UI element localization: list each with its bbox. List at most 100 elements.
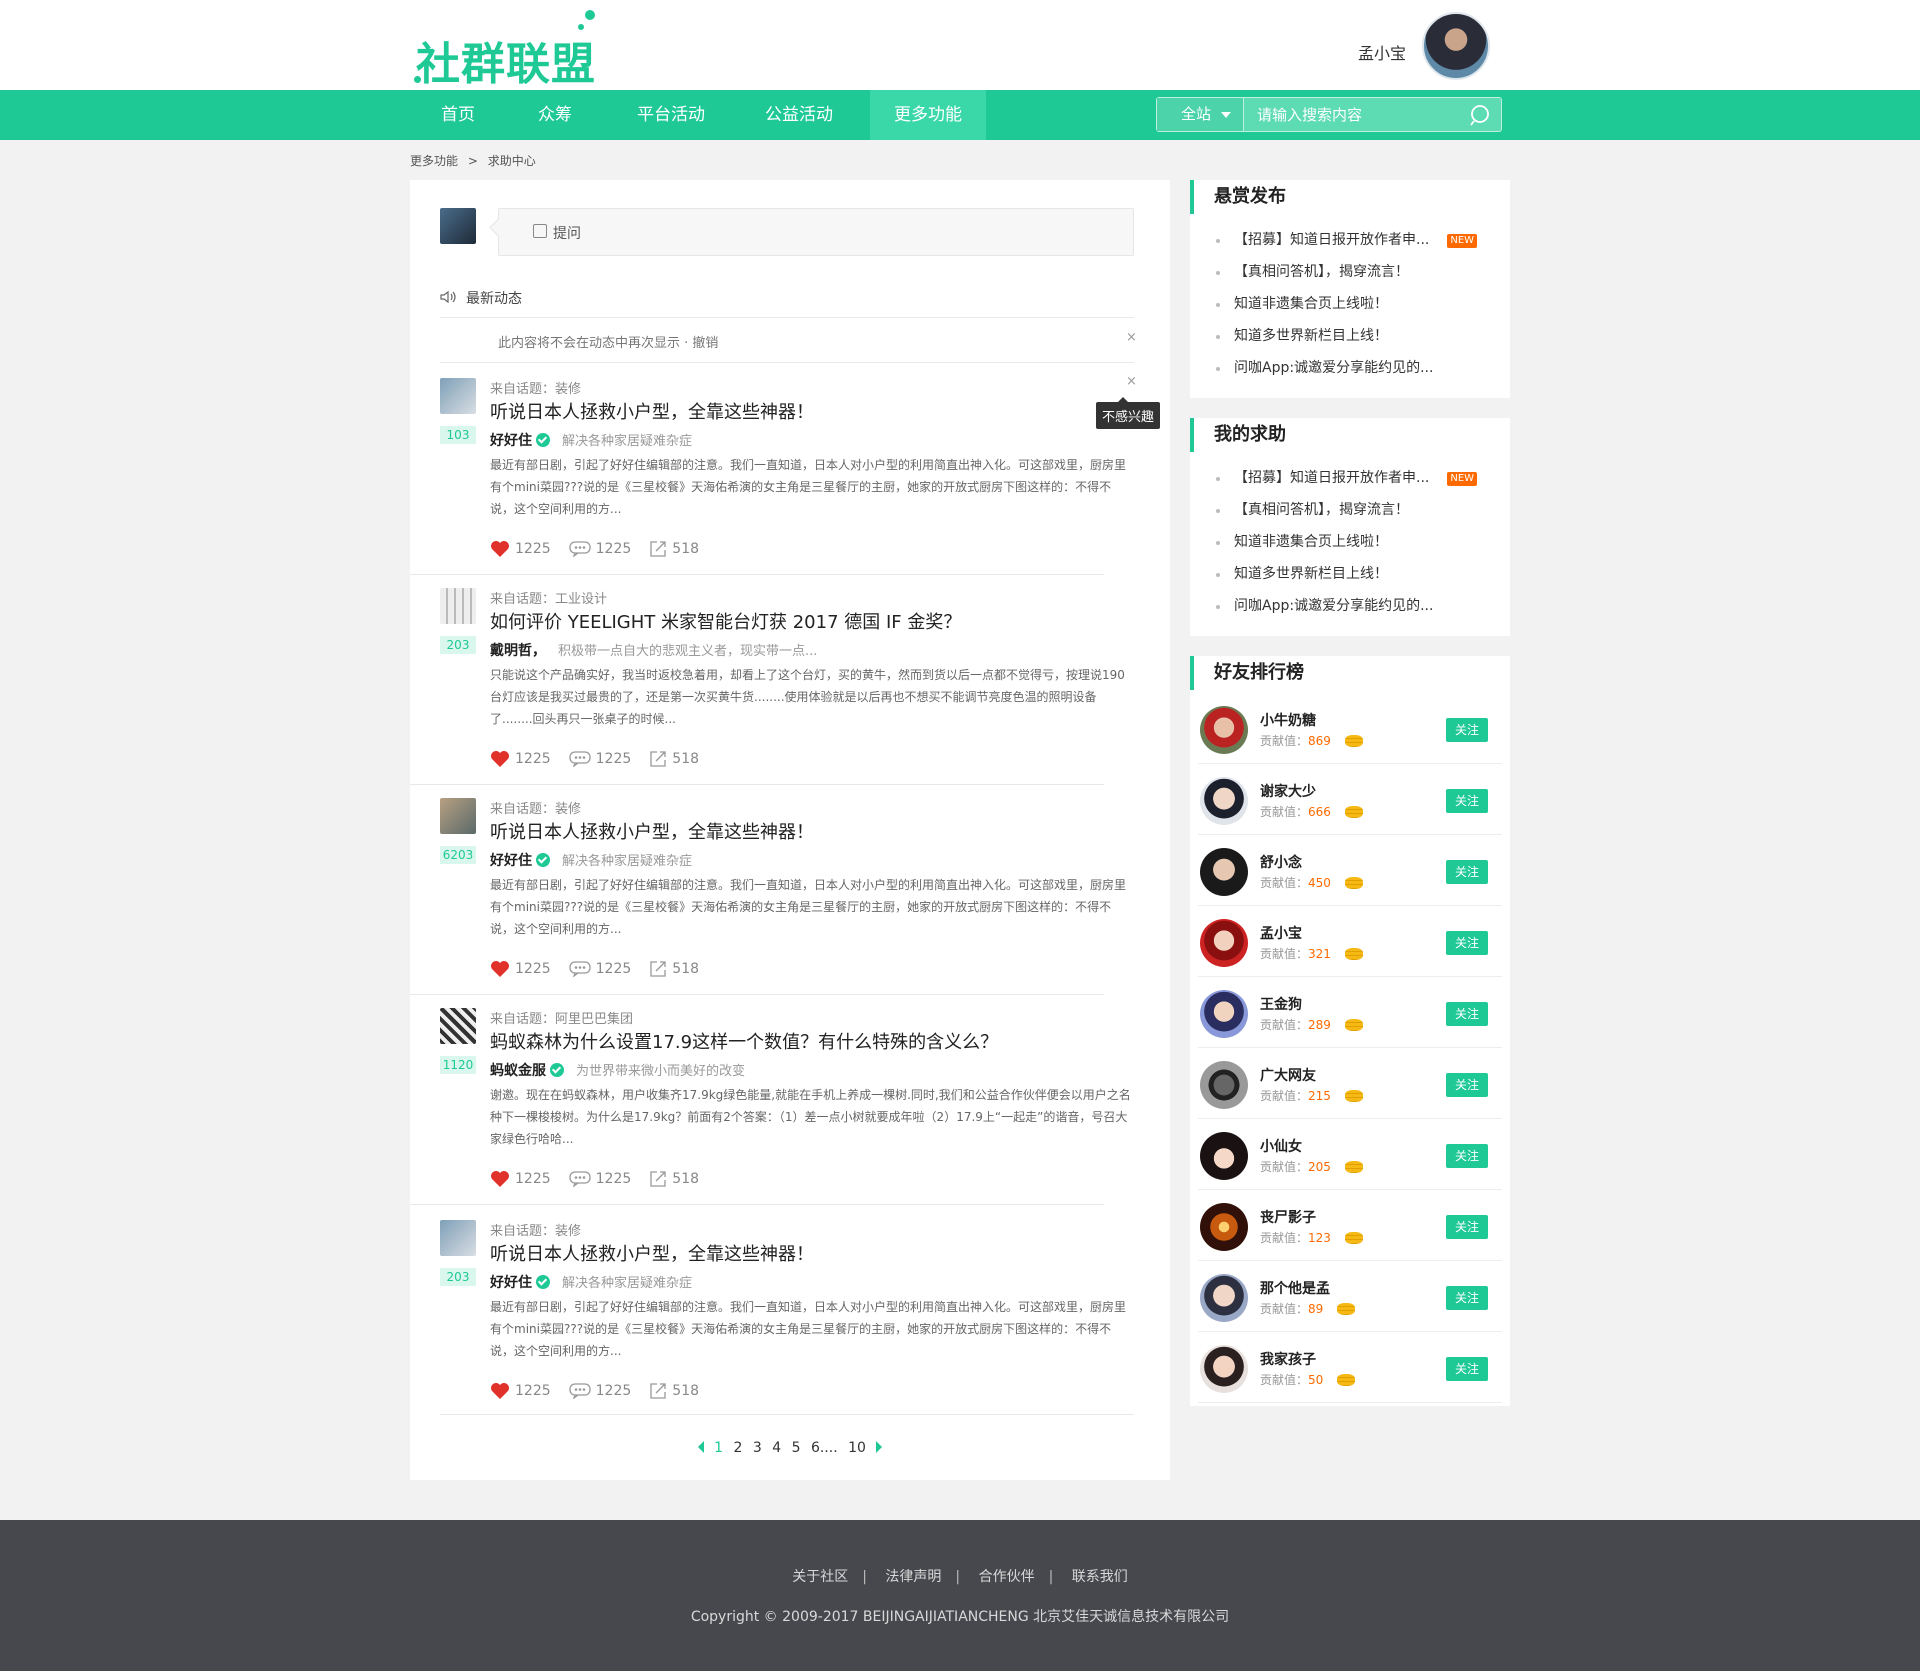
- friend-avatar[interactable]: [1200, 990, 1248, 1038]
- author-name[interactable]: 戴明哲，: [490, 643, 546, 659]
- question-title[interactable]: 听说日本人拯救小户型，全靠这些神器！: [490, 1240, 814, 1266]
- friend-avatar[interactable]: [1200, 1132, 1248, 1180]
- follow-button[interactable]: 关注: [1446, 1286, 1488, 1310]
- friend-name[interactable]: 孟小宝: [1260, 923, 1302, 943]
- topic-source[interactable]: 来自话题：装修: [490, 378, 581, 397]
- close-icon[interactable]: ×: [1126, 330, 1137, 345]
- dismissed-notice[interactable]: 此内容将不会在动态中再次显示 · 撤销: [498, 332, 718, 351]
- friend-avatar[interactable]: [1200, 1345, 1248, 1393]
- friend-name[interactable]: 王金狗: [1260, 994, 1302, 1014]
- like-button[interactable]: 1225: [490, 960, 551, 978]
- friend-name[interactable]: 谢家大少: [1260, 781, 1316, 801]
- follow-button[interactable]: 关注: [1446, 789, 1488, 813]
- answer-excerpt[interactable]: 最近有部日剧，引起了好好住编辑部的注意。我们一直知道，日本人对小户型的利用简直出…: [490, 454, 1134, 520]
- friend-name[interactable]: 我家孩子: [1260, 1349, 1316, 1369]
- nav-item-platform-activities[interactable]: 平台活动: [622, 90, 720, 140]
- page-link[interactable]: 5: [792, 1440, 801, 1456]
- my-help-item[interactable]: 知道多世界新栏目上线！: [1216, 558, 1506, 590]
- comment-button[interactable]: 1225: [568, 541, 631, 557]
- answer-excerpt[interactable]: 谢邀。现在在蚂蚁森林，用户收集齐17.9kg绿色能量,就能在手机上养成一棵树.同…: [490, 1084, 1134, 1150]
- follow-button[interactable]: 关注: [1446, 718, 1488, 742]
- site-logo[interactable]: 社群联盟: [410, 10, 610, 90]
- question-title[interactable]: 蚂蚁森林为什么设置17.9这样一个数值？有什么特殊的含义么？: [490, 1028, 998, 1054]
- follow-button[interactable]: 关注: [1446, 860, 1488, 884]
- bounty-item[interactable]: 【真相问答机】，揭穿流言！: [1216, 256, 1506, 288]
- friend-name[interactable]: 丧尸影子: [1260, 1207, 1316, 1227]
- page-link[interactable]: 2: [733, 1440, 742, 1456]
- author-name[interactable]: 好好住: [490, 433, 532, 449]
- friend-name[interactable]: 小仙女: [1260, 1136, 1302, 1156]
- page-link[interactable]: 1: [714, 1440, 723, 1456]
- answer-excerpt[interactable]: 最近有部日剧，引起了好好住编辑部的注意。我们一直知道，日本人对小户型的利用简直出…: [490, 874, 1134, 940]
- friend-name[interactable]: 舒小念: [1260, 852, 1302, 872]
- friend-avatar[interactable]: [1200, 1274, 1248, 1322]
- share-button[interactable]: 518: [649, 960, 699, 978]
- footer-link-legal[interactable]: 法律声明: [885, 1569, 941, 1585]
- answer-excerpt[interactable]: 只能说这个产品确实好，我当时返校急着用，却看上了这个台灯，买的黄牛，然而到货以后…: [490, 664, 1134, 730]
- page-link[interactable]: 4: [772, 1440, 781, 1456]
- comment-button[interactable]: 1225: [568, 1383, 631, 1399]
- user-avatar[interactable]: [1422, 12, 1490, 80]
- author-name[interactable]: 好好住: [490, 853, 532, 869]
- friend-avatar[interactable]: [1200, 706, 1248, 754]
- nav-item-crowdfunding[interactable]: 众筹: [515, 90, 595, 140]
- follow-button[interactable]: 关注: [1446, 1002, 1488, 1026]
- topic-source[interactable]: 来自话题：工业设计: [490, 588, 607, 607]
- friend-name[interactable]: 广大网友: [1260, 1065, 1316, 1085]
- friend-avatar[interactable]: [1200, 1061, 1248, 1109]
- topic-source[interactable]: 来自话题：阿里巴巴集团: [490, 1008, 633, 1027]
- topic-source[interactable]: 来自话题：装修: [490, 798, 581, 817]
- topic-thumbnail[interactable]: [440, 588, 476, 624]
- ask-question-box[interactable]: 提问: [498, 208, 1134, 256]
- search-scope-select[interactable]: 全站: [1157, 98, 1244, 131]
- question-title[interactable]: 如何评价 YEELIGHT 米家智能台灯获 2017 德国 IF 金奖？: [490, 608, 961, 634]
- page-link[interactable]: 3: [753, 1440, 762, 1456]
- next-page-icon[interactable]: [876, 1441, 883, 1453]
- footer-link-partners[interactable]: 合作伙伴: [979, 1569, 1035, 1585]
- author-name[interactable]: 好好住: [490, 1275, 532, 1291]
- friend-avatar[interactable]: [1200, 777, 1248, 825]
- friend-avatar[interactable]: [1200, 1203, 1248, 1251]
- like-button[interactable]: 1225: [490, 540, 551, 558]
- footer-link-contact[interactable]: 联系我们: [1072, 1569, 1128, 1585]
- my-help-item[interactable]: 知道非遗集合页上线啦！: [1216, 526, 1506, 558]
- page-link[interactable]: 10: [848, 1440, 866, 1456]
- share-button[interactable]: 518: [649, 1170, 699, 1188]
- author-name[interactable]: 蚂蚁金服: [490, 1063, 546, 1079]
- like-button[interactable]: 1225: [490, 1382, 551, 1400]
- prev-page-icon[interactable]: [697, 1441, 704, 1453]
- friend-avatar[interactable]: [1200, 919, 1248, 967]
- nav-item-charity-activities[interactable]: 公益活动: [750, 90, 848, 140]
- my-help-item[interactable]: 问咖App:诚邀爱分享能约见的...: [1216, 590, 1506, 622]
- follow-button[interactable]: 关注: [1446, 1144, 1488, 1168]
- page-link[interactable]: 6....: [811, 1440, 838, 1456]
- topic-source[interactable]: 来自话题：装修: [490, 1220, 581, 1239]
- follow-button[interactable]: 关注: [1446, 1215, 1488, 1239]
- footer-link-about[interactable]: 关于社区: [792, 1569, 848, 1585]
- topic-thumbnail[interactable]: [440, 1220, 476, 1256]
- user-name[interactable]: 孟小宝: [1358, 40, 1406, 64]
- topic-thumbnail[interactable]: [440, 798, 476, 834]
- share-button[interactable]: 518: [649, 540, 699, 558]
- follow-button[interactable]: 关注: [1446, 1073, 1488, 1097]
- nav-item-more-features[interactable]: 更多功能: [870, 90, 986, 140]
- question-title[interactable]: 听说日本人拯救小户型，全靠这些神器！: [490, 398, 814, 424]
- topic-thumbnail[interactable]: [440, 378, 476, 414]
- bounty-item[interactable]: 知道多世界新栏目上线！: [1216, 320, 1506, 352]
- breadcrumb-parent[interactable]: 更多功能: [410, 154, 458, 168]
- search-input[interactable]: [1245, 98, 1465, 131]
- share-button[interactable]: 518: [649, 750, 699, 768]
- search-icon[interactable]: [1469, 103, 1493, 127]
- comment-button[interactable]: 1225: [568, 961, 631, 977]
- comment-button[interactable]: 1225: [568, 751, 631, 767]
- bounty-item[interactable]: 问咖App:诚邀爱分享能约见的...: [1216, 352, 1506, 384]
- bounty-item[interactable]: 知道非遗集合页上线啦！: [1216, 288, 1506, 320]
- share-button[interactable]: 518: [649, 1382, 699, 1400]
- like-button[interactable]: 1225: [490, 1170, 551, 1188]
- question-title[interactable]: 听说日本人拯救小户型，全靠这些神器！: [490, 818, 814, 844]
- comment-button[interactable]: 1225: [568, 1171, 631, 1187]
- friend-name[interactable]: 小牛奶糖: [1260, 710, 1316, 730]
- follow-button[interactable]: 关注: [1446, 931, 1488, 955]
- follow-button[interactable]: 关注: [1446, 1357, 1488, 1381]
- friend-name[interactable]: 那个他是孟: [1260, 1278, 1330, 1298]
